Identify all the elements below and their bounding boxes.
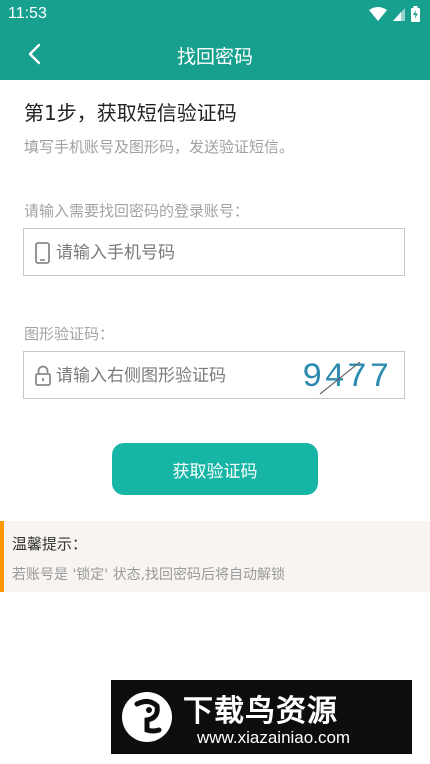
- captcha-text: 9477: [302, 359, 392, 396]
- step-title: 第1步，获取短信验证码: [24, 101, 237, 125]
- phone-icon: [35, 242, 50, 264]
- status-icons: [369, 6, 420, 22]
- step-description: 填写手机账号及图形码，发送验证短信。: [24, 138, 295, 156]
- captcha-label: 图形验证码：: [24, 325, 115, 343]
- status-time: 11:53: [8, 5, 47, 22]
- captcha-field[interactable]: 9477: [23, 351, 405, 400]
- account-label: 请输入需要找回密码的登录账号：: [24, 202, 250, 220]
- watermark: 下载鸟资源 www.xiazainiao.com: [111, 680, 412, 754]
- captcha-input[interactable]: [54, 352, 318, 400]
- tips-panel: 温馨提示： 若账号是 '锁定' 状态,找回密码后将自动解锁: [0, 521, 430, 592]
- status-bar: 11:53: [0, 0, 430, 28]
- wifi-icon: [369, 7, 387, 21]
- app-bar: 找回密码: [0, 28, 430, 80]
- watermark-logo: [122, 692, 172, 742]
- account-field[interactable]: [23, 228, 405, 277]
- lock-icon: [35, 365, 51, 386]
- captcha-image[interactable]: 9477: [300, 354, 396, 397]
- signal-icon: [393, 7, 405, 21]
- tips-accent-bar: [0, 521, 4, 592]
- battery-icon: [411, 6, 420, 22]
- page-title: 找回密码: [176, 46, 253, 68]
- captcha-graphic: 9477: [302, 359, 392, 397]
- get-code-button[interactable]: 获取验证码: [112, 443, 318, 495]
- watermark-title: 下载鸟资源: [183, 694, 338, 729]
- account-input[interactable]: [54, 229, 318, 277]
- tips-title: 温馨提示：: [12, 535, 88, 553]
- watermark-url: www.xiazainiao.com: [197, 728, 351, 747]
- tips-text: 若账号是 '锁定' 状态,找回密码后将自动解锁: [12, 567, 286, 583]
